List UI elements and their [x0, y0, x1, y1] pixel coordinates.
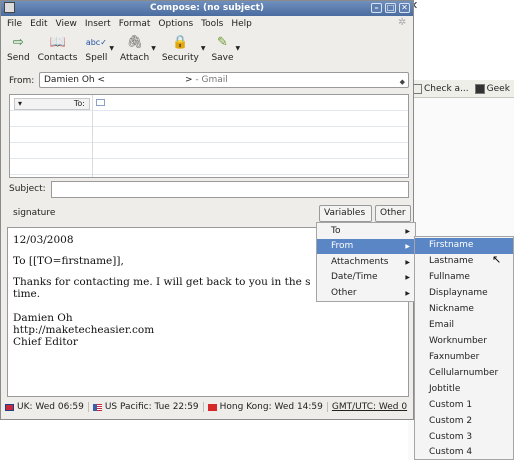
menu-item-date-time[interactable]: Date/Time ▶	[317, 270, 415, 285]
other-button[interactable]: Other ▼	[375, 205, 411, 232]
spell-button[interactable]: abc✓ Spell	[85, 33, 107, 64]
from-row: From: Damien Oh < > - Gmail ◆	[9, 72, 409, 90]
addressing-widget: ▾ To:	[9, 94, 409, 178]
attach-dropdown-arrow-icon[interactable]: ▼	[151, 45, 156, 52]
contacts-book-icon: 📖	[49, 34, 66, 50]
save-icon: ✎	[217, 34, 228, 50]
send-icon: ⇨	[12, 34, 24, 50]
compose-window: Compose: (no subject) – □ ✕ File Edit Vi…	[0, 0, 414, 420]
subject-input[interactable]	[51, 181, 409, 198]
menu-bar: File Edit View Insert Format Options Too…	[1, 16, 413, 32]
menu-help[interactable]: Help	[231, 19, 252, 29]
clock-us-pacific[interactable]: US Pacific: Tue 22:59	[92, 402, 204, 412]
variables-menu: To ▶ From ▶ Attachments ▶ Date/Time ▶ Other ▶	[316, 222, 416, 302]
paperclip-icon: 🖇	[126, 34, 143, 50]
submenu-arrow-icon: ▶	[405, 290, 410, 297]
signature-label: signature	[13, 208, 56, 218]
address-row[interactable]	[10, 143, 408, 159]
address-row[interactable]	[10, 159, 408, 175]
menu-format[interactable]: Format	[119, 19, 151, 29]
menu-tools[interactable]: Tools	[201, 19, 223, 29]
variables-button[interactable]: Variables ▼	[319, 205, 372, 232]
menu-item-attachments[interactable]: Attachments ▶	[317, 255, 415, 270]
padlock-icon: 🔒	[172, 34, 189, 50]
uk-flag-icon	[5, 403, 14, 411]
from-select[interactable]: Damien Oh < > - Gmail ◆	[39, 72, 409, 88]
toolbar: ⇨ Send 📖 Contacts abc✓ Spell ▼ 🖇 Attach …	[1, 33, 413, 69]
save-dropdown-arrow-icon[interactable]: ▼	[236, 45, 241, 52]
submenu-item[interactable]: Custom 3	[415, 430, 513, 446]
address-row[interactable]: ▾ To:	[10, 95, 408, 111]
from-submenu: Firstname Lastname Fullname Displayname …	[414, 236, 514, 460]
submenu-arrow-icon: ▶	[405, 228, 410, 235]
address-type-marker: ▾	[18, 99, 23, 108]
spell-dropdown-arrow-icon[interactable]: ▼	[109, 45, 114, 52]
submenu-item[interactable]: Worknumber	[415, 334, 513, 350]
submenu-item[interactable]: Cellularnumber	[415, 366, 513, 382]
us-flag-icon	[92, 403, 102, 411]
submenu-item[interactable]: Firstname	[415, 238, 513, 254]
menu-item-to[interactable]: To ▶	[317, 224, 415, 239]
spellcheck-icon: abc✓	[85, 37, 107, 47]
background-browser-bookmarks: Check a... Geek	[408, 80, 514, 98]
maximize-button[interactable]: □	[385, 3, 396, 13]
clock-hong-kong[interactable]: Hong Kong: Wed 14:59	[207, 402, 328, 412]
menu-edit[interactable]: Edit	[30, 19, 47, 29]
submenu-item[interactable]: Fullname	[415, 270, 513, 286]
bookmark-check[interactable]: Check a...	[412, 83, 469, 94]
from-label: From:	[9, 76, 35, 86]
submenu-item[interactable]: Email	[415, 318, 513, 334]
close-button[interactable]: ✕	[399, 3, 410, 13]
address-row[interactable]	[10, 127, 408, 143]
submenu-item[interactable]: Custom 2	[415, 414, 513, 430]
clock-gmt-utc[interactable]: GMT/UTC: Wed 0	[332, 402, 411, 412]
bookmark-icon	[474, 83, 485, 94]
submenu-item[interactable]: Jobtitle	[415, 382, 513, 398]
subject-label: Subject:	[9, 184, 46, 194]
send-button[interactable]: ⇨ Send	[7, 33, 30, 64]
submenu-item[interactable]: Displayname	[415, 286, 513, 302]
submenu-item[interactable]: Custom 1	[415, 398, 513, 414]
submenu-item[interactable]: Custom 4	[415, 445, 513, 461]
window-title: Compose: (no subject)	[150, 3, 264, 13]
body-line: Chief Editor	[13, 336, 78, 348]
submenu-arrow-icon: ▶	[405, 274, 410, 281]
status-bar: UK: Wed 06:59 US Pacific: Tue 22:59 Hong…	[5, 399, 413, 415]
clock-uk[interactable]: UK: Wed 06:59	[5, 402, 89, 412]
save-button[interactable]: ✎ Save	[211, 33, 233, 64]
menu-item-from[interactable]: From ▶	[317, 239, 415, 254]
body-line: Damien Oh	[13, 312, 73, 324]
menu-view[interactable]: View	[56, 19, 77, 29]
menu-item-other[interactable]: Other ▶	[317, 286, 415, 301]
address-card-icon	[96, 99, 105, 106]
title-bar: Compose: (no subject) – □ ✕	[1, 1, 413, 16]
app-icon	[4, 2, 15, 13]
contacts-button[interactable]: 📖 Contacts	[38, 33, 78, 64]
menu-options[interactable]: Options	[158, 19, 193, 29]
address-row[interactable]	[10, 111, 408, 127]
mouse-pointer-icon: ↖	[492, 253, 502, 266]
minimize-button[interactable]: –	[371, 3, 382, 13]
subject-row: Subject:	[9, 181, 409, 199]
bookmark-geek[interactable]: Geek	[474, 83, 510, 94]
body-line: http://maketecheasier.com	[13, 324, 155, 336]
hong-kong-flag-icon	[207, 403, 217, 411]
submenu-item[interactable]: Faxnumber	[415, 350, 513, 366]
submenu-item[interactable]: Nickname	[415, 302, 513, 318]
address-column-divider	[92, 95, 93, 177]
menu-file[interactable]: File	[7, 19, 22, 29]
activity-indicator-icon: ✲	[398, 17, 407, 28]
submenu-arrow-icon: ▶	[405, 243, 410, 250]
select-spinner-icon: ◆	[399, 78, 405, 86]
attach-button[interactable]: 🖇 Attach	[120, 33, 149, 64]
menu-insert[interactable]: Insert	[85, 19, 111, 29]
security-button[interactable]: 🔒 Security	[162, 33, 199, 64]
address-type-select[interactable]: ▾ To:	[14, 98, 90, 110]
security-dropdown-arrow-icon[interactable]: ▼	[201, 45, 206, 52]
submenu-arrow-icon: ▶	[405, 259, 410, 266]
